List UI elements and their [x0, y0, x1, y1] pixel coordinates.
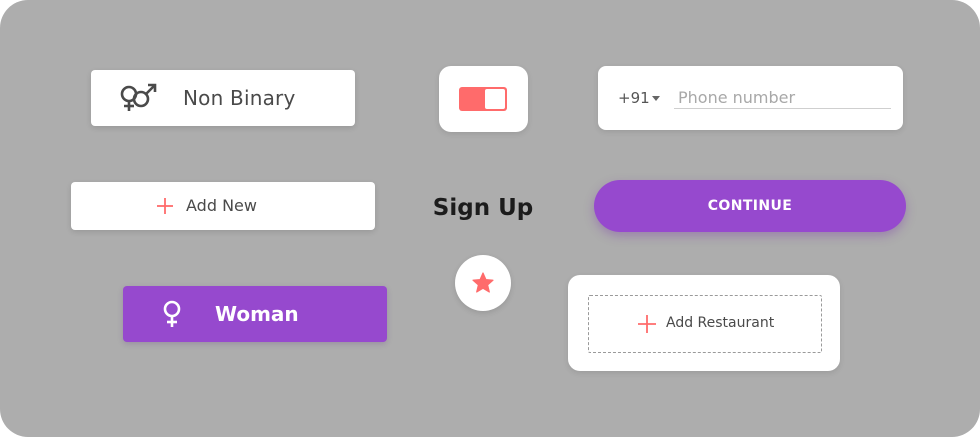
non-binary-option[interactable]: Non Binary: [91, 70, 355, 126]
toggle-knob[interactable]: [485, 89, 505, 109]
component-showcase: Non Binary +91 Add New Sign Up CONTINUE: [0, 0, 980, 437]
chevron-down-icon[interactable]: [652, 96, 660, 101]
phone-number-field: +91: [598, 66, 903, 130]
favorite-button[interactable]: [455, 255, 511, 311]
sign-up-heading: Sign Up: [432, 195, 534, 221]
female-gender-icon: [160, 299, 184, 329]
add-new-button[interactable]: Add New: [71, 182, 375, 230]
add-new-label: Add New: [186, 196, 257, 215]
non-binary-label: Non Binary: [183, 86, 296, 110]
continue-button[interactable]: CONTINUE: [594, 180, 906, 232]
phone-number-input[interactable]: [674, 86, 891, 109]
woman-option[interactable]: Woman: [123, 286, 387, 342]
non-binary-gender-icon: [119, 83, 161, 113]
toggle-switch[interactable]: [459, 87, 507, 111]
country-code-select[interactable]: +91: [618, 66, 650, 130]
plus-icon: [638, 315, 656, 333]
add-restaurant-button[interactable]: Add Restaurant: [588, 295, 822, 353]
star-icon: [472, 272, 494, 293]
add-restaurant-label: Add Restaurant: [666, 315, 775, 331]
plus-icon: [157, 198, 173, 214]
add-restaurant-card: Add Restaurant: [568, 275, 840, 371]
woman-label: Woman: [215, 302, 299, 326]
toggle-card: [439, 66, 528, 132]
